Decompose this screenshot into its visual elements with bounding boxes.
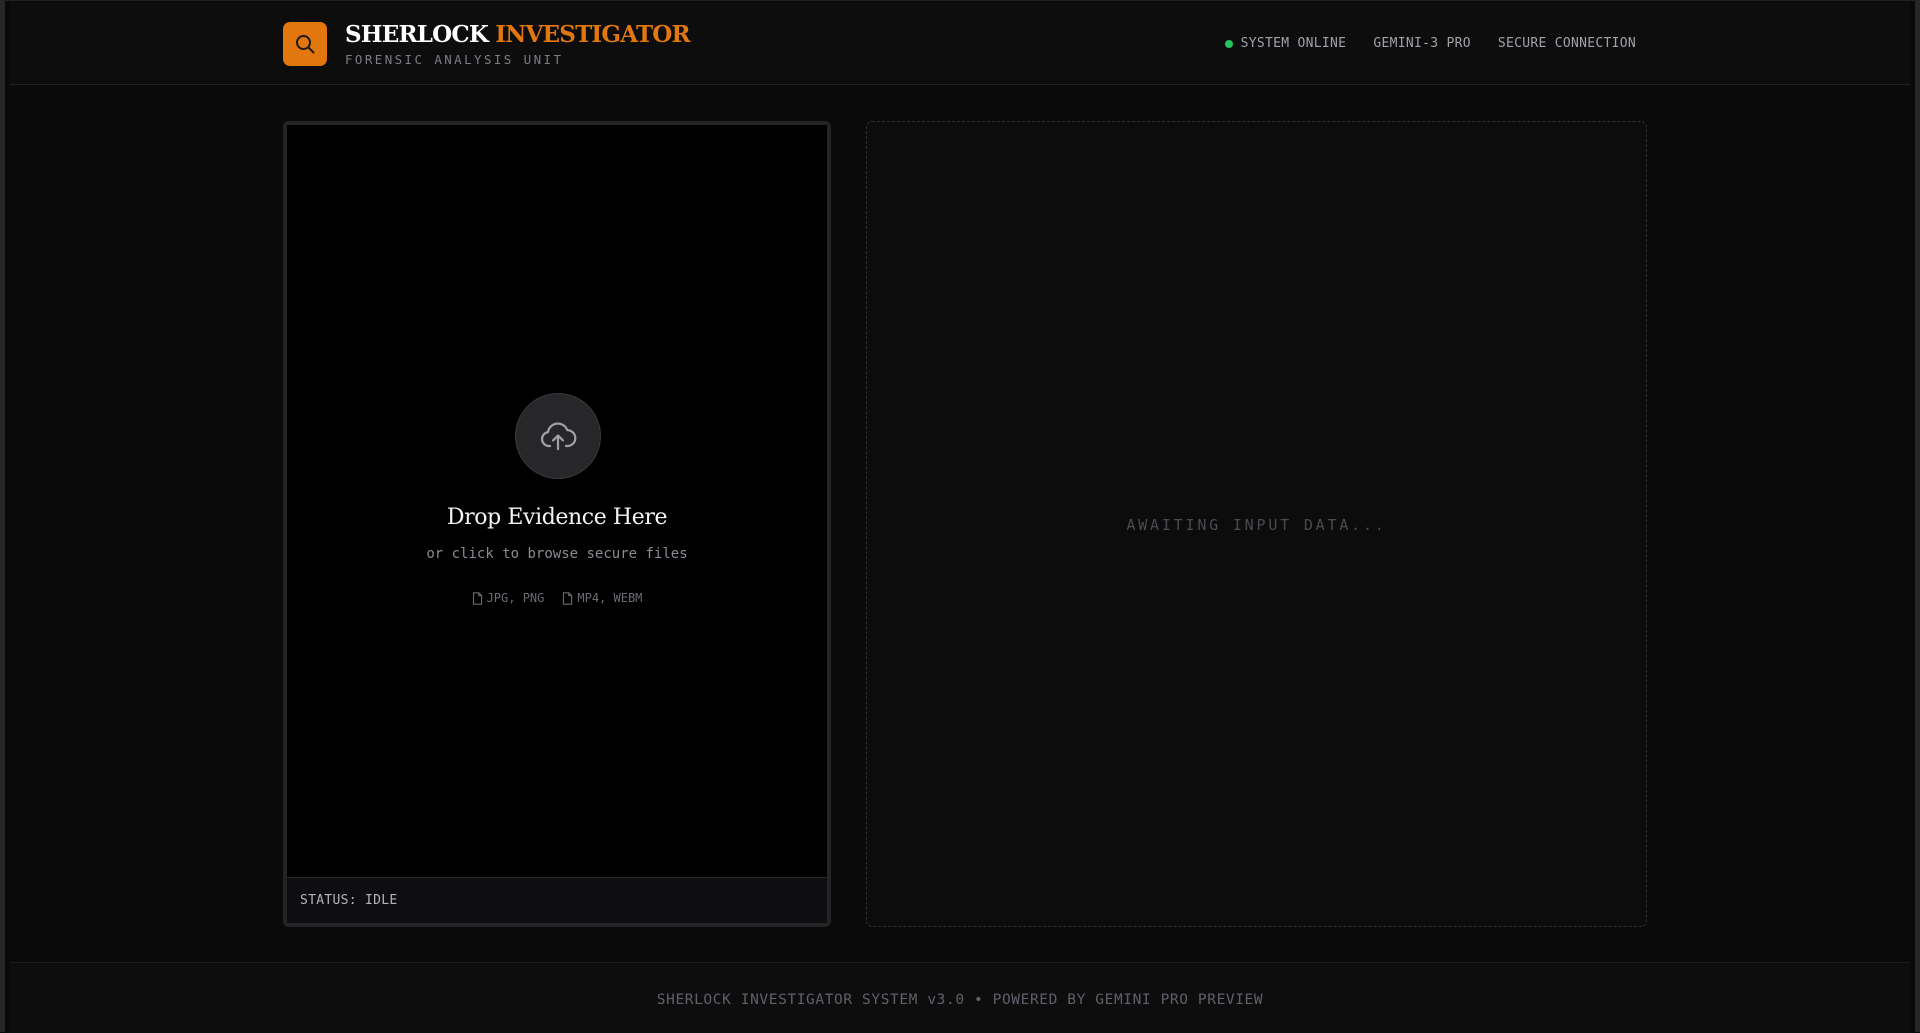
file-icon <box>563 591 573 605</box>
cloud-upload-icon <box>540 422 577 451</box>
logo-badge <box>283 22 327 66</box>
app-subtitle: FORENSIC ANALYSIS UNIT <box>345 52 564 67</box>
model-label: GEMINI-3 PRO <box>1373 36 1471 51</box>
connection-label: SECURE CONNECTION <box>1497 36 1636 51</box>
top-bar: SHERLOCK INVESTIGATOR FORENSIC ANALYSIS … <box>10 2 1910 85</box>
evidence-drop-zone[interactable]: Drop Evidence Here or click to browse se… <box>287 125 827 877</box>
supported-file-types: JPG, PNG MP4, WEBM <box>287 591 827 605</box>
app-title-accent: INVESTIGATOR <box>495 21 690 48</box>
app-title: SHERLOCK INVESTIGATOR <box>345 21 691 48</box>
online-dot-icon <box>1224 39 1233 48</box>
system-online-label: SYSTEM ONLINE <box>1240 36 1347 51</box>
upload-status-bar: STATUS: IDLE <box>287 877 827 923</box>
evidence-upload-panel: Drop Evidence Here or click to browse se… <box>283 121 831 927</box>
file-icon <box>472 591 482 605</box>
file-type-video-label: MP4, WEBM <box>577 591 643 605</box>
upload-button[interactable] <box>515 393 601 479</box>
footer-text: SHERLOCK INVESTIGATOR SYSTEM v3.0 • POWE… <box>656 992 1264 1008</box>
analysis-output-panel: AWAITING INPUT DATA... <box>866 121 1647 927</box>
app-title-primary: SHERLOCK <box>345 21 489 48</box>
file-type-video: MP4, WEBM <box>562 591 642 605</box>
footer: SHERLOCK INVESTIGATOR SYSTEM v3.0 • POWE… <box>10 962 1910 1033</box>
app-window: SHERLOCK INVESTIGATOR FORENSIC ANALYSIS … <box>0 0 1920 1033</box>
file-type-image-label: JPG, PNG <box>486 591 545 605</box>
awaiting-input-placeholder: AWAITING INPUT DATA... <box>1126 516 1387 534</box>
file-type-image: JPG, PNG <box>472 591 545 605</box>
drop-title: Drop Evidence Here <box>446 505 668 530</box>
search-icon <box>296 35 315 54</box>
system-online-indicator: SYSTEM ONLINE <box>1224 36 1347 51</box>
system-status-group: SYSTEM ONLINE GEMINI-3 PRO SECURE CONNEC… <box>1224 36 1636 51</box>
status-text: STATUS: IDLE <box>300 893 398 908</box>
browse-files-hint: or click to browse secure files <box>426 546 688 562</box>
